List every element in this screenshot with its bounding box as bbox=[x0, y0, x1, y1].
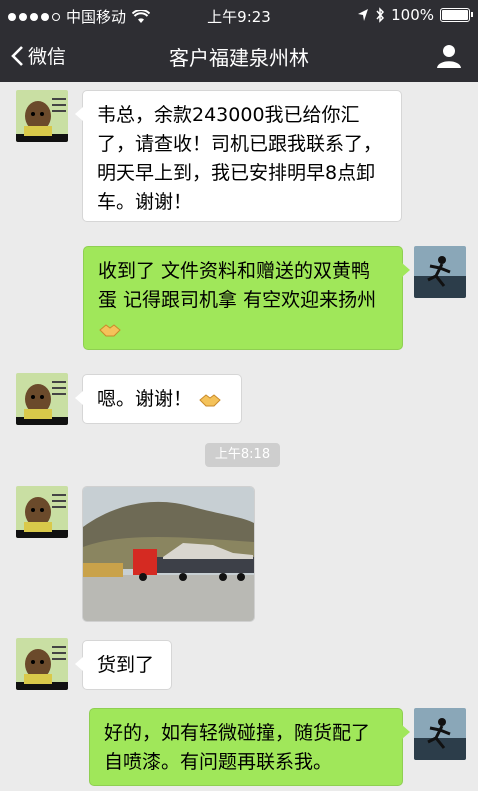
message-text: 收到了 文件资料和赠送的双黄鸭蛋 记得跟司机拿 有空欢迎来扬州 bbox=[98, 260, 377, 311]
message-text: 嗯。谢谢！ bbox=[97, 388, 193, 410]
profile-button[interactable] bbox=[436, 43, 462, 73]
outgoing-message[interactable]: 好的，如有轻微碰撞，随货配了自喷漆。有问题再联系我。 bbox=[89, 708, 410, 786]
photo-message[interactable] bbox=[82, 486, 255, 622]
battery-icon bbox=[440, 8, 473, 22]
contact-avatar[interactable] bbox=[16, 638, 68, 690]
message-text: 韦总，余款243000我已给你汇了，请查收！司机已跟我联系了，明天早上到，我已安… bbox=[97, 104, 383, 213]
incoming-message[interactable]: 韦总，余款243000我已给你汇了，请查收！司机已跟我联系了，明天早上到，我已安… bbox=[75, 90, 402, 222]
nav-bar: 微信 客户福建泉州林 bbox=[0, 30, 478, 82]
incoming-message[interactable]: 嗯。谢谢！ bbox=[75, 374, 242, 424]
handshake-emoji-icon bbox=[99, 323, 121, 336]
contact-avatar[interactable] bbox=[16, 373, 68, 425]
my-avatar[interactable] bbox=[414, 246, 466, 298]
timestamp: 上午8:18 bbox=[205, 443, 280, 467]
location-arrow-icon bbox=[358, 9, 369, 21]
person-icon bbox=[437, 45, 461, 68]
contact-avatar[interactable] bbox=[16, 90, 68, 142]
status-bar: 中国移动 上午9:23 100% bbox=[0, 0, 478, 30]
incoming-message[interactable]: 货到了 bbox=[75, 640, 172, 690]
handshake-emoji-icon bbox=[199, 393, 221, 406]
outgoing-message[interactable]: 收到了 文件资料和赠送的双黄鸭蛋 记得跟司机拿 有空欢迎来扬州 bbox=[83, 246, 410, 350]
my-avatar[interactable] bbox=[414, 708, 466, 760]
chat-title: 客户福建泉州林 bbox=[169, 46, 309, 70]
message-text: 好的，如有轻微碰撞，随货配了自喷漆。有问题再联系我。 bbox=[104, 722, 371, 773]
battery-percent: 100% bbox=[391, 6, 434, 24]
bluetooth-icon bbox=[376, 7, 385, 23]
contact-avatar[interactable] bbox=[16, 486, 68, 538]
message-text: 货到了 bbox=[97, 654, 155, 676]
